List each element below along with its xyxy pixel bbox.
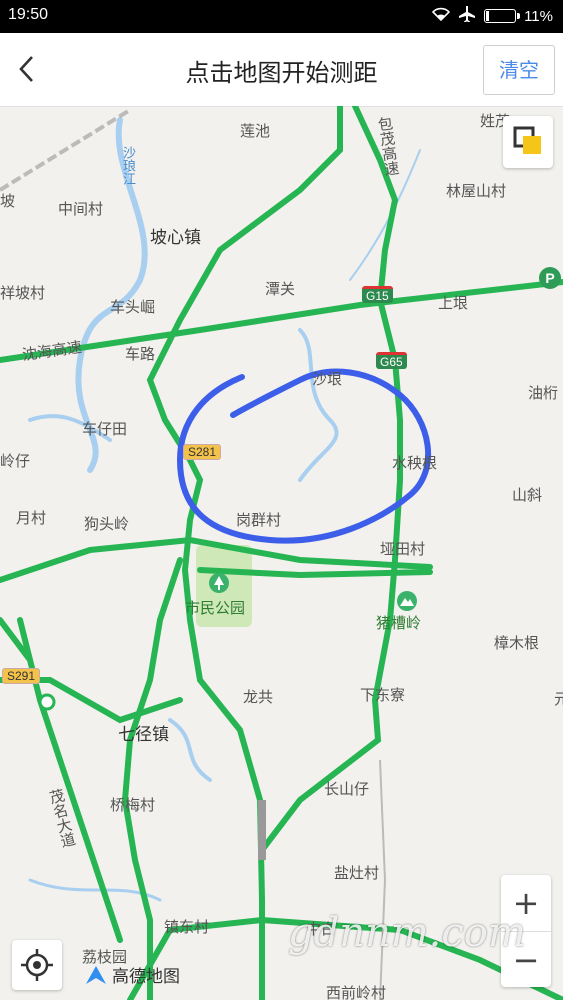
place-label: 镇东村	[164, 918, 210, 936]
place-label: 猪槽岭	[376, 614, 422, 632]
airplane-icon	[458, 6, 476, 26]
place-label: 樟木根	[494, 634, 540, 652]
place-label: 西前岭村	[326, 984, 387, 1000]
shield-g15: G15	[362, 286, 393, 303]
place-label: 沙琅江	[120, 146, 135, 185]
place-label: 桥梅村	[110, 796, 156, 814]
place-label: 祥坡村	[0, 284, 46, 302]
place-label: 岭仔	[0, 452, 31, 470]
map-canvas[interactable]: G15 G65 S281 S291 莲池 包茂高速 姓茂 中间村 林屋山村 坡心…	[0, 106, 563, 1000]
place-label: 莲池	[240, 122, 271, 140]
place-label: 潭关	[265, 280, 296, 298]
place-label: 林屋山村	[446, 182, 507, 200]
place-label: 车仔田	[82, 420, 128, 438]
place-label: 山斜	[512, 486, 543, 504]
layers-icon	[513, 126, 541, 154]
crosshair-icon	[21, 949, 53, 981]
amap-logo-icon	[86, 965, 106, 984]
page-title: 点击地图开始测距	[185, 59, 378, 87]
status-bar: 19:50 11%	[0, 0, 563, 33]
place-label: 坡	[0, 192, 16, 210]
shield-s291: S291	[2, 668, 41, 684]
amap-logo-text: 高德地图	[112, 967, 180, 987]
status-time: 19:50	[8, 6, 49, 23]
amap-logo: 高德地图	[84, 962, 180, 987]
wifi-icon	[431, 7, 451, 25]
watermark: gdnnm.com	[288, 910, 526, 956]
place-label: 车头崛	[110, 298, 156, 316]
battery-percent: 11%	[524, 7, 553, 25]
shield-s281: S281	[183, 444, 222, 460]
place-label: 坡心镇	[150, 228, 201, 248]
place-label: 车路	[125, 345, 156, 363]
place-label: 垭田村	[380, 540, 426, 558]
svg-text:P: P	[545, 270, 554, 286]
place-label: 月村	[16, 509, 47, 527]
shield-g65: G65	[376, 352, 407, 369]
place-label: 长山仔	[324, 780, 370, 798]
title-bar: 点击地图开始测距 清空	[0, 33, 563, 107]
place-label: 元	[554, 690, 563, 708]
place-label: 岗群村	[236, 511, 282, 529]
place-label: 下东寮	[360, 686, 406, 704]
place-label: 七径镇	[118, 725, 169, 745]
place-label: 盐灶村	[334, 864, 380, 882]
place-label: 沙垠	[312, 370, 343, 388]
place-label: 市民公园	[185, 599, 246, 617]
layers-button[interactable]	[503, 116, 553, 168]
place-label: 龙共	[243, 688, 274, 706]
place-label: 油桁	[528, 384, 559, 402]
place-label: 上垠	[438, 294, 469, 312]
place-label: 中间村	[58, 200, 104, 218]
map-roads	[0, 106, 563, 1000]
place-label: 狗头岭	[84, 515, 130, 533]
place-label: 水秧根	[392, 454, 438, 472]
locate-button[interactable]	[12, 940, 62, 990]
clear-button[interactable]: 清空	[483, 45, 555, 95]
battery-icon	[484, 9, 521, 23]
